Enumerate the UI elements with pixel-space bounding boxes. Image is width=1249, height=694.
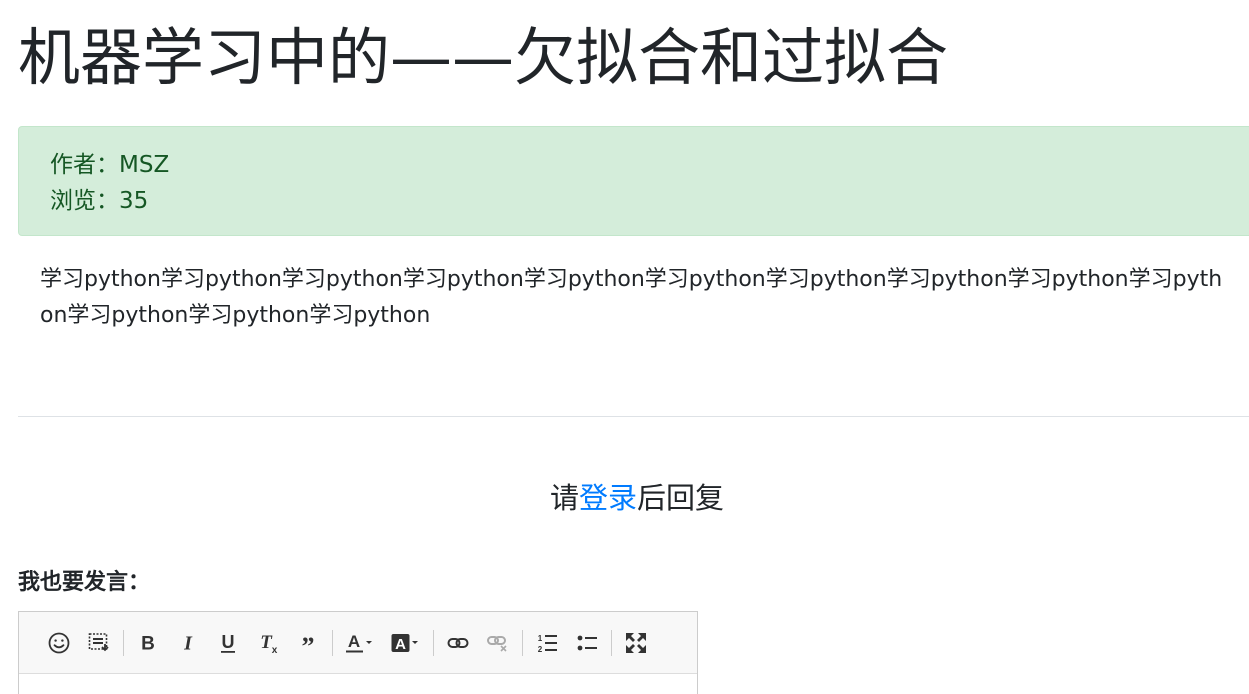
reply-prefix: 请 bbox=[549, 481, 579, 515]
toolbar-separator bbox=[332, 629, 333, 656]
clear-format-icon[interactable]: T x bbox=[251, 626, 285, 660]
page-title: 机器学习中的——欠拟合和过拟合 bbox=[18, 21, 949, 94]
svg-text:I: I bbox=[183, 632, 193, 654]
svg-text:”: ” bbox=[302, 632, 315, 655]
toolbar-separator bbox=[123, 629, 124, 656]
svg-text:A: A bbox=[395, 636, 406, 653]
svg-text:x: x bbox=[272, 645, 278, 655]
unlink-icon[interactable] bbox=[481, 626, 515, 660]
page: 机器学习中的——欠拟合和过拟合 作者：MSZ 浏览：35 学习python学习p… bbox=[0, 0, 1249, 694]
login-link[interactable]: 登录 bbox=[579, 481, 637, 515]
svg-text:B: B bbox=[141, 633, 155, 654]
link-icon[interactable] bbox=[441, 626, 475, 660]
image-upload-icon[interactable] bbox=[82, 626, 116, 660]
svg-text:1: 1 bbox=[538, 634, 543, 643]
fullscreen-icon[interactable] bbox=[619, 626, 653, 660]
editor-text-area[interactable] bbox=[19, 674, 697, 694]
quote-icon[interactable]: ” bbox=[291, 626, 325, 660]
author-line: 作者：MSZ bbox=[50, 152, 170, 178]
toolbar-separator bbox=[433, 629, 434, 656]
comment-editor: B I U T x ” A A 1 2 bbox=[18, 611, 698, 694]
editor-toolbar: B I U T x ” A A 1 2 bbox=[19, 612, 697, 674]
toolbar-separator bbox=[522, 629, 523, 656]
svg-text:U: U bbox=[222, 632, 235, 652]
article-info-box: 作者：MSZ 浏览：35 bbox=[18, 126, 1249, 236]
ordered-list-icon[interactable]: 1 2 bbox=[530, 626, 564, 660]
underline-icon[interactable]: U bbox=[211, 626, 245, 660]
toolbar-separator bbox=[611, 629, 612, 656]
svg-text:A: A bbox=[348, 632, 360, 651]
article-body: 学习python学习python学习python学习python学习python… bbox=[40, 267, 1223, 328]
bold-icon[interactable]: B bbox=[131, 626, 165, 660]
unordered-list-icon[interactable] bbox=[570, 626, 604, 660]
svg-text:2: 2 bbox=[538, 645, 543, 654]
comment-label: 我也要发言： bbox=[18, 570, 151, 595]
emoji-icon[interactable] bbox=[42, 626, 76, 660]
reply-suffix: 后回复 bbox=[637, 481, 725, 515]
font-color-icon[interactable]: A bbox=[340, 626, 380, 660]
italic-icon[interactable]: I bbox=[171, 626, 205, 660]
views-line: 浏览：35 bbox=[50, 188, 149, 214]
divider bbox=[18, 416, 1249, 417]
background-color-icon[interactable]: A bbox=[386, 626, 426, 660]
reply-prompt: 请登录后回复 bbox=[0, 476, 1249, 520]
